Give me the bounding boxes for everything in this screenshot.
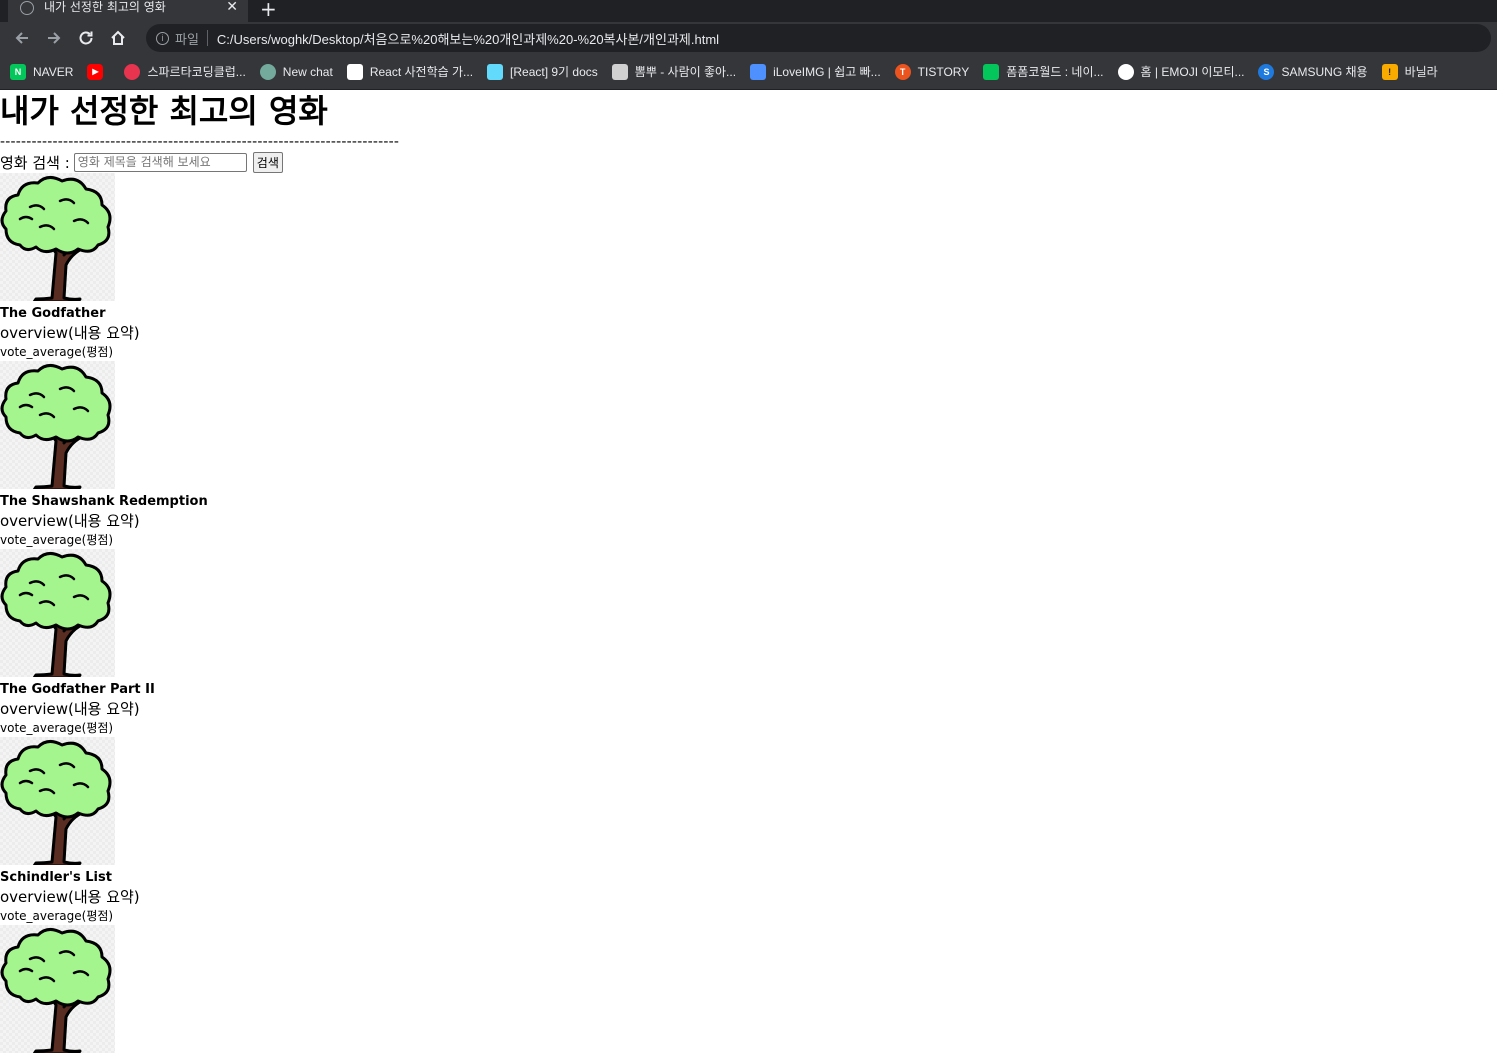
blog-icon [983, 63, 1000, 80]
back-button[interactable] [6, 24, 38, 52]
browser-tab[interactable]: 내가 선정한 최고의 영화 ✕ [8, 0, 248, 22]
reload-icon [79, 31, 93, 45]
home-button[interactable] [102, 24, 134, 52]
youtube-icon: ▶ [87, 63, 104, 80]
bookmark-item[interactable]: 뽐뿌 - 사람이 좋아... [611, 63, 737, 80]
bookmark-label: NAVER [33, 64, 74, 79]
movie-card: Schindler's List overview(내용 요약) vote_aver… [0, 737, 300, 925]
movie-vote-average: vote_average(평점) [0, 533, 114, 547]
browser-toolbar: i 파일 C:/Users/woghk/Desktop/처음으로%20해보는%2… [0, 22, 1497, 54]
ppomppu-icon [611, 63, 628, 80]
tree-icon [0, 928, 112, 1056]
search-input[interactable] [73, 152, 247, 172]
bookmark-label: iLoveIMG | 쉽고 빠... [773, 65, 881, 79]
warning-icon: ! [1381, 63, 1398, 80]
react-icon [487, 63, 504, 80]
movie-poster[interactable] [0, 549, 115, 680]
browser-chrome: 내가 선정한 최고의 영화 ✕ + i 파일 C:/Users/woghk/De… [0, 0, 1497, 90]
bookmarks-bar: N NAVER ▶ 스파르타코딩클럽... New chat React 사전학습 가..… [0, 54, 1497, 90]
movie-vote-average: vote_average(평점) [0, 345, 114, 359]
bookmark-label: New chat [282, 64, 333, 79]
movie-title: The Godfather Part II [0, 682, 155, 697]
movie-card [0, 925, 300, 1056]
movie-poster[interactable] [0, 361, 115, 492]
tree-icon [0, 176, 112, 304]
bookmark-label: 홈 | EMOJI 이모티... [1140, 65, 1245, 79]
bookmark-item[interactable]: iLoveIMG | 쉽고 빠... [750, 63, 881, 80]
naver-icon: N [10, 63, 26, 80]
address-separator [206, 30, 208, 46]
new-tab-icon[interactable]: + [260, 0, 277, 21]
movie-vote-average: vote_average(평점) [0, 909, 114, 923]
emoji-icon [1117, 63, 1134, 80]
movie-card: The Godfather Part II overview(내용 요약) vote… [0, 549, 300, 737]
tab-strip: 내가 선정한 최고의 영화 ✕ + [0, 0, 1497, 22]
chatgpt-icon [259, 63, 276, 80]
globe-icon [20, 1, 34, 15]
url-text[interactable]: C:/Users/woghk/Desktop/처음으로%20해보는%20개인과제… [217, 29, 719, 48]
movie-list: The Godfather overview(내용 요약) vote_average… [0, 173, 1497, 1056]
movie-poster[interactable] [0, 925, 115, 1056]
samsung-icon: S [1258, 63, 1275, 80]
tree-icon [0, 552, 112, 680]
bookmark-item[interactable]: N NAVER [10, 63, 74, 80]
bookmark-label: SAMSUNG 채용 [1281, 65, 1368, 79]
forward-button[interactable] [38, 24, 70, 52]
search-row: 영화 검색 : 검색 [0, 151, 1497, 173]
movie-overview: overview(내용 요약) [0, 324, 140, 342]
notion-icon [346, 63, 363, 80]
bookmark-item[interactable]: ▶ [87, 63, 110, 80]
tistory-icon: T [894, 63, 911, 80]
bookmark-item[interactable]: T TISTORY [894, 63, 970, 80]
file-scheme-label: 파일 [175, 31, 199, 47]
iloveimg-icon [750, 63, 767, 80]
reload-button[interactable] [70, 24, 102, 52]
search-button[interactable]: 검색 [252, 151, 283, 173]
bookmark-item[interactable]: S SAMSUNG 채용 [1258, 63, 1368, 80]
bookmark-item[interactable]: New chat [259, 63, 333, 80]
movie-title: Schindler's List [0, 870, 112, 885]
movie-card: The Shawshank Redemption overview(내용 요약) v… [0, 361, 300, 549]
movie-title: The Godfather [0, 306, 106, 321]
movie-overview: overview(내용 요약) [0, 512, 140, 530]
movie-title: The Shawshank Redemption [0, 494, 208, 509]
bookmark-item[interactable]: React 사전학습 가... [346, 63, 474, 80]
movie-poster[interactable] [0, 737, 115, 868]
tree-icon [0, 740, 112, 868]
bookmark-label: 뽐뿌 - 사람이 좋아... [634, 65, 737, 79]
bookmark-label: 폼폼코월드 : 네이... [1006, 65, 1104, 79]
bookmark-label: 바닐라 [1404, 65, 1438, 79]
bookmark-item[interactable]: 홈 | EMOJI 이모티... [1117, 63, 1245, 80]
bookmark-label: TISTORY [917, 64, 970, 79]
movie-vote-average: vote_average(평점) [0, 721, 114, 735]
dash-divider: ----------------------------------------… [0, 134, 400, 150]
home-icon [111, 30, 125, 45]
page-title: 내가 선정한 최고의 영화 [0, 92, 328, 130]
info-icon[interactable]: i [156, 31, 169, 45]
movie-poster[interactable] [0, 173, 115, 304]
movie-card: The Godfather overview(내용 요약) vote_average… [0, 173, 300, 361]
bookmark-item[interactable]: ! 바닐라 [1381, 63, 1438, 80]
bookmark-item[interactable]: [React] 9기 docs [487, 63, 598, 80]
tab-title: 내가 선정한 최고의 영화 [44, 0, 166, 14]
bookmark-item[interactable]: 폼폼코월드 : 네이... [983, 63, 1104, 80]
search-label: 영화 검색 : [0, 153, 70, 172]
movie-overview: overview(내용 요약) [0, 888, 140, 906]
tree-icon [0, 364, 112, 492]
close-tab-icon[interactable]: ✕ [226, 0, 238, 15]
sparta-icon [124, 63, 141, 80]
bookmark-item[interactable]: 스파르타코딩클럽... [124, 63, 246, 80]
bookmark-label: [React] 9기 docs [510, 65, 598, 79]
arrow-left-icon [15, 32, 28, 44]
movie-overview: overview(내용 요약) [0, 700, 140, 718]
bookmark-label: 스파르타코딩클럽... [147, 65, 246, 79]
bookmark-label: React 사전학습 가... [369, 65, 474, 79]
address-bar[interactable]: i 파일 C:/Users/woghk/Desktop/처음으로%20해보는%2… [146, 24, 1491, 52]
arrow-right-icon [48, 32, 61, 44]
page-content: 내가 선정한 최고의 영화 --------------------------… [0, 90, 1497, 1056]
